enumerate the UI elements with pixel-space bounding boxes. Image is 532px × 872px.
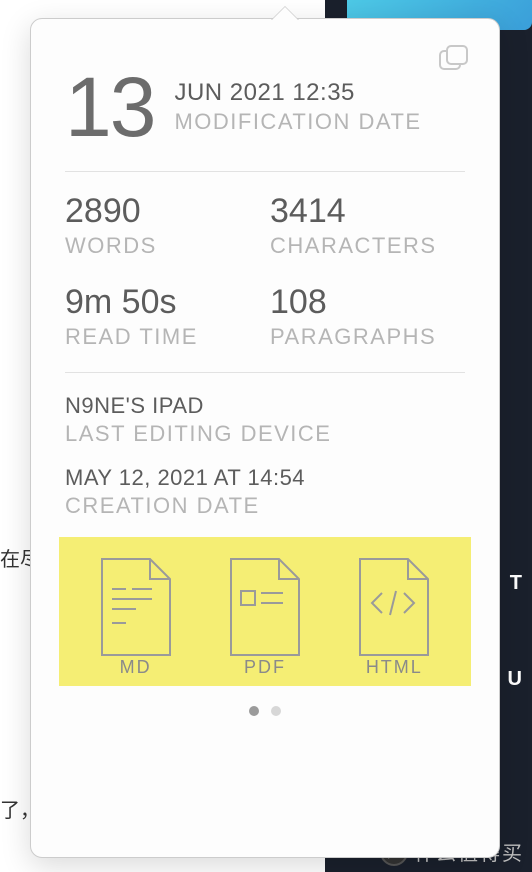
page-dot-1[interactable] (249, 706, 259, 716)
creation-date-value: MAY 12, 2021 AT 14:54 (65, 465, 465, 491)
export-md-button[interactable]: MD (90, 555, 182, 678)
editing-device-block: N9NE'S IPAD LAST EDITING DEVICE (65, 393, 465, 447)
stat-words: 2890 WORDS (65, 192, 260, 259)
stat-characters: 3414 CHARACTERS (270, 192, 465, 259)
paragraphs-value: 108 (270, 283, 465, 322)
file-pdf-icon (219, 555, 311, 659)
page-dot-2[interactable] (271, 706, 281, 716)
divider (65, 372, 465, 373)
words-label: WORDS (65, 233, 260, 259)
stat-read-time: 9m 50s READ TIME (65, 283, 260, 350)
paragraphs-label: PARAGRAPHS (270, 324, 465, 350)
export-html-label: HTML (366, 657, 423, 678)
modification-datetime: JUN 2021 12:35 (174, 79, 421, 107)
creation-date-label: CREATION DATE (65, 493, 465, 519)
export-html-button[interactable]: HTML (348, 555, 440, 678)
file-html-icon (348, 555, 440, 659)
read-time-value: 9m 50s (65, 283, 260, 322)
modification-date-block: 13 JUN 2021 12:35 MODIFICATION DATE (65, 53, 465, 149)
editing-device-label: LAST EDITING DEVICE (65, 421, 465, 447)
page-indicator (65, 706, 465, 716)
bg-text-fragment: U (508, 668, 522, 691)
bg-text-fragment: T (510, 572, 522, 595)
creation-date-block: MAY 12, 2021 AT 14:54 CREATION DATE (65, 465, 465, 519)
modification-label: MODIFICATION DATE (174, 109, 421, 135)
characters-label: CHARACTERS (270, 233, 465, 259)
info-popover: 13 JUN 2021 12:35 MODIFICATION DATE 2890… (30, 18, 500, 858)
divider (65, 171, 465, 172)
export-pdf-label: PDF (244, 657, 286, 678)
stat-paragraphs: 108 PARAGRAPHS (270, 283, 465, 350)
file-md-icon (90, 555, 182, 659)
characters-value: 3414 (270, 192, 465, 231)
read-time-label: READ TIME (65, 324, 260, 350)
export-strip: MD PDF HTML (59, 537, 471, 686)
modification-day: 13 (65, 65, 154, 149)
window-mode-icon[interactable] (439, 45, 469, 71)
export-md-label: MD (120, 657, 152, 678)
stats-grid: 2890 WORDS 3414 CHARACTERS 9m 50s READ T… (65, 192, 465, 350)
export-pdf-button[interactable]: PDF (219, 555, 311, 678)
editing-device-value: N9NE'S IPAD (65, 393, 465, 419)
words-value: 2890 (65, 192, 260, 231)
